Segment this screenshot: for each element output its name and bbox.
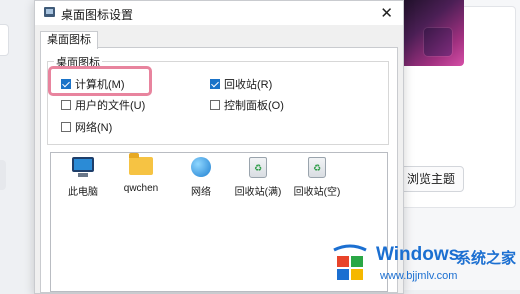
icon-network[interactable]: 网络 [173, 153, 229, 198]
background-nav-item[interactable] [0, 24, 9, 56]
icon-label: qwchen [123, 183, 159, 194]
monitor-icon [71, 157, 95, 179]
recycle-bin-full-icon: ♻ [246, 157, 270, 179]
checkbox-label: 用户的文件(U) [75, 100, 146, 112]
dialog-title: 桌面图标设置 [61, 8, 134, 22]
checkbox-label: 回收站(R) [224, 79, 273, 91]
checkbox-recycle-bin[interactable]: 回收站(R) [210, 76, 272, 92]
watermark: Windows 系统之家 www.bjjmlv.com [330, 238, 520, 290]
icon-label: 网络 [191, 187, 211, 198]
background-nav-item-2[interactable] [0, 160, 6, 190]
checkbox-unchecked-icon[interactable] [61, 122, 71, 132]
icon-label: 回收站(满) [234, 187, 282, 198]
theme-preview-tile[interactable] [424, 28, 452, 56]
checkbox-label: 控制面板(O) [224, 100, 284, 112]
checkbox-control-panel[interactable]: 控制面板(O) [210, 97, 284, 113]
checkbox-user-files[interactable]: 用户的文件(U) [61, 97, 145, 113]
close-icon[interactable]: ✕ [380, 4, 393, 22]
icon-this-pc[interactable]: 此电脑 [55, 153, 111, 198]
windows-logo-icon [333, 244, 367, 280]
checkbox-label: 网络(N) [75, 122, 113, 134]
icon-user-folder[interactable]: qwchen [113, 153, 169, 194]
checkbox-unchecked-icon[interactable] [210, 100, 220, 110]
window-app-icon [44, 7, 55, 17]
checkbox-checked-icon[interactable] [210, 79, 220, 89]
watermark-cn: 系统之家 [456, 250, 517, 267]
tab-desktop-icons[interactable]: 桌面图标 [40, 31, 98, 49]
icon-label: 回收站(空) [293, 187, 341, 198]
folder-icon [129, 153, 153, 179]
checkbox-unchecked-icon[interactable] [61, 100, 71, 110]
recycle-bin-empty-icon: ♻ [305, 157, 329, 179]
watermark-brand: Windows [376, 244, 460, 265]
icon-recycle-bin-full[interactable]: ♻ 回收站(满) [230, 153, 286, 198]
checkbox-network[interactable]: 网络(N) [61, 119, 112, 135]
highlight-annotation [48, 66, 152, 96]
watermark-url: www.bjjmlv.com [380, 270, 458, 282]
icon-recycle-bin-empty[interactable]: ♻ 回收站(空) [289, 153, 345, 198]
icon-label: 此电脑 [68, 187, 98, 198]
browse-themes-button[interactable]: 浏览主题 [398, 166, 464, 192]
title-bar[interactable]: 桌面图标设置 ✕ [35, 1, 403, 25]
network-globe-icon [189, 157, 213, 179]
